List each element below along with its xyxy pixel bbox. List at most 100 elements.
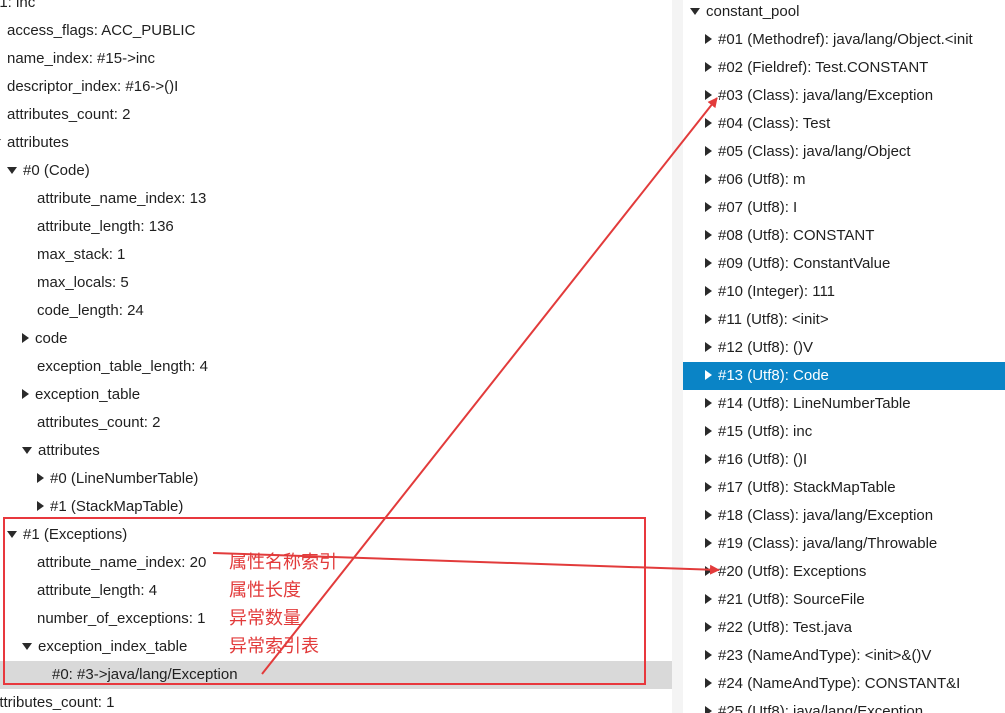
- collapsed-triangle-icon[interactable]: [705, 706, 712, 713]
- collapsed-triangle-icon[interactable]: [705, 594, 712, 605]
- left-tree-row[interactable]: attribute_length: 4: [0, 577, 672, 605]
- collapsed-triangle-icon[interactable]: [705, 286, 712, 297]
- left-tree-row[interactable]: attributes_count: 2: [0, 101, 672, 129]
- left-tree-row[interactable]: attributes_count: 1: [0, 689, 672, 713]
- annotation-table: 异常索引表: [229, 636, 319, 657]
- collapsed-triangle-icon[interactable]: [22, 333, 29, 344]
- right-tree-row[interactable]: #24 (NameAndType): CONSTANT&I: [683, 670, 1005, 698]
- collapsed-triangle-icon[interactable]: [705, 426, 712, 437]
- left-tree-row-label: attribute_length: 4: [37, 582, 158, 599]
- collapsed-triangle-icon[interactable]: [37, 473, 44, 484]
- collapsed-triangle-icon[interactable]: [705, 90, 712, 101]
- left-tree-row-label: code: [35, 330, 68, 347]
- left-tree-row[interactable]: exception_table_length: 4: [0, 353, 672, 381]
- left-tree-row[interactable]: number_of_exceptions: 1: [0, 605, 672, 633]
- right-tree-row[interactable]: #07 (Utf8): I: [683, 194, 1005, 222]
- right-tree-row[interactable]: #16 (Utf8): ()I: [683, 446, 1005, 474]
- right-tree-row[interactable]: #19 (Class): java/lang/Throwable: [683, 530, 1005, 558]
- collapsed-triangle-icon[interactable]: [705, 510, 712, 521]
- expanded-triangle-icon[interactable]: [0, 138, 1, 146]
- left-tree-row-label: number_of_exceptions: 1: [37, 610, 206, 627]
- left-tree-row[interactable]: attributes: [0, 129, 672, 157]
- left-tree-row[interactable]: #1 (StackMapTable): [0, 493, 672, 521]
- right-tree-row[interactable]: #01 (Methodref): java/lang/Object.<init: [683, 26, 1005, 54]
- collapsed-triangle-icon[interactable]: [705, 622, 712, 633]
- right-tree-row[interactable]: #23 (NameAndType): <init>&()V: [683, 642, 1005, 670]
- collapsed-triangle-icon[interactable]: [705, 678, 712, 689]
- left-tree-row[interactable]: max_locals: 5: [0, 269, 672, 297]
- left-tree-row[interactable]: attribute_name_index: 13: [0, 185, 672, 213]
- expanded-triangle-icon[interactable]: [22, 642, 32, 650]
- collapsed-triangle-icon[interactable]: [705, 398, 712, 409]
- collapsed-triangle-icon[interactable]: [705, 62, 712, 73]
- right-tree-row[interactable]: #05 (Class): java/lang/Object: [683, 138, 1005, 166]
- right-tree-row[interactable]: #17 (Utf8): StackMapTable: [683, 474, 1005, 502]
- expanded-triangle-icon[interactable]: [690, 7, 700, 15]
- left-tree-row[interactable]: max_stack: 1: [0, 241, 672, 269]
- right-tree-row[interactable]: #12 (Utf8): ()V: [683, 334, 1005, 362]
- right-tree-row[interactable]: #15 (Utf8): inc: [683, 418, 1005, 446]
- right-tree-row[interactable]: #25 (Utf8): java/lang/Exception: [683, 698, 1005, 713]
- collapsed-triangle-icon[interactable]: [22, 389, 29, 400]
- right-tree-row[interactable]: #13 (Utf8): Code: [683, 362, 1005, 390]
- left-tree-row[interactable]: exception_table: [0, 381, 672, 409]
- collapsed-triangle-icon[interactable]: [705, 230, 712, 241]
- expanded-triangle-icon[interactable]: [7, 530, 17, 538]
- expanded-triangle-icon[interactable]: [22, 446, 32, 454]
- right-tree-row[interactable]: constant_pool: [683, 0, 1005, 26]
- left-tree-row-label: exception_table: [35, 386, 141, 403]
- right-tree-row[interactable]: #03 (Class): java/lang/Exception: [683, 82, 1005, 110]
- collapsed-triangle-icon[interactable]: [705, 174, 712, 185]
- left-tree-row[interactable]: code: [0, 325, 672, 353]
- right-tree-row[interactable]: #20 (Utf8): Exceptions: [683, 558, 1005, 586]
- right-tree-row-label: constant_pool: [706, 3, 800, 20]
- left-tree-row[interactable]: #1 (Exceptions): [0, 521, 672, 549]
- collapsed-triangle-icon[interactable]: [705, 538, 712, 549]
- right-tree-row[interactable]: #06 (Utf8): m: [683, 166, 1005, 194]
- right-tree-row-label: #24 (NameAndType): CONSTANT&I: [718, 675, 961, 692]
- left-tree-row[interactable]: exception_index_table: [0, 633, 672, 661]
- collapsed-triangle-icon[interactable]: [705, 146, 712, 157]
- collapsed-triangle-icon[interactable]: [705, 34, 712, 45]
- left-tree-row[interactable]: attributes_count: 2: [0, 409, 672, 437]
- class-file-tree: #1: inc access_flags: ACC_PUBLIC name_inde…: [0, 0, 672, 713]
- expanded-triangle-icon[interactable]: [7, 166, 17, 174]
- right-tree-row[interactable]: #21 (Utf8): SourceFile: [683, 586, 1005, 614]
- right-tree-row[interactable]: #02 (Fieldref): Test.CONSTANT: [683, 54, 1005, 82]
- right-tree-row-label: #19 (Class): java/lang/Throwable: [718, 535, 938, 552]
- collapsed-triangle-icon[interactable]: [705, 118, 712, 129]
- right-tree-row[interactable]: #14 (Utf8): LineNumberTable: [683, 390, 1005, 418]
- collapsed-triangle-icon[interactable]: [705, 482, 712, 493]
- left-tree-row[interactable]: access_flags: ACC_PUBLIC: [0, 17, 672, 45]
- left-tree-row[interactable]: #1: inc: [0, 0, 672, 17]
- right-tree-row[interactable]: #22 (Utf8): Test.java: [683, 614, 1005, 642]
- pane-divider[interactable]: [672, 0, 683, 713]
- left-tree-row[interactable]: attributes: [0, 437, 672, 465]
- left-tree-row[interactable]: #0 (Code): [0, 157, 672, 185]
- left-tree-row-label: code_length: 24: [37, 302, 144, 319]
- right-tree-row-label: #10 (Integer): 111: [718, 283, 836, 300]
- collapsed-triangle-icon[interactable]: [705, 258, 712, 269]
- right-tree-row[interactable]: #18 (Class): java/lang/Exception: [683, 502, 1005, 530]
- collapsed-triangle-icon[interactable]: [705, 454, 712, 465]
- right-tree-row[interactable]: #10 (Integer): 111: [683, 278, 1005, 306]
- left-tree-row[interactable]: code_length: 24: [0, 297, 672, 325]
- left-tree-row[interactable]: attribute_length: 136: [0, 213, 672, 241]
- collapsed-triangle-icon[interactable]: [705, 202, 712, 213]
- collapsed-triangle-icon[interactable]: [705, 566, 712, 577]
- collapsed-triangle-icon[interactable]: [705, 314, 712, 325]
- right-tree-row-label: #15 (Utf8): inc: [718, 423, 813, 440]
- collapsed-triangle-icon[interactable]: [705, 370, 712, 381]
- right-tree-row[interactable]: #04 (Class): Test: [683, 110, 1005, 138]
- collapsed-triangle-icon[interactable]: [705, 650, 712, 661]
- left-tree-row[interactable]: #0: #3->java/lang/Exception: [0, 661, 672, 689]
- left-tree-row[interactable]: #0 (LineNumberTable): [0, 465, 672, 493]
- collapsed-triangle-icon[interactable]: [37, 501, 44, 512]
- right-tree-row[interactable]: #11 (Utf8): <init>: [683, 306, 1005, 334]
- left-tree-row[interactable]: name_index: #15->inc: [0, 45, 672, 73]
- collapsed-triangle-icon[interactable]: [705, 342, 712, 353]
- right-tree-row[interactable]: #09 (Utf8): ConstantValue: [683, 250, 1005, 278]
- annotation-length: 属性长度: [229, 580, 301, 601]
- right-tree-row[interactable]: #08 (Utf8): CONSTANT: [683, 222, 1005, 250]
- left-tree-row[interactable]: descriptor_index: #16->()I: [0, 73, 672, 101]
